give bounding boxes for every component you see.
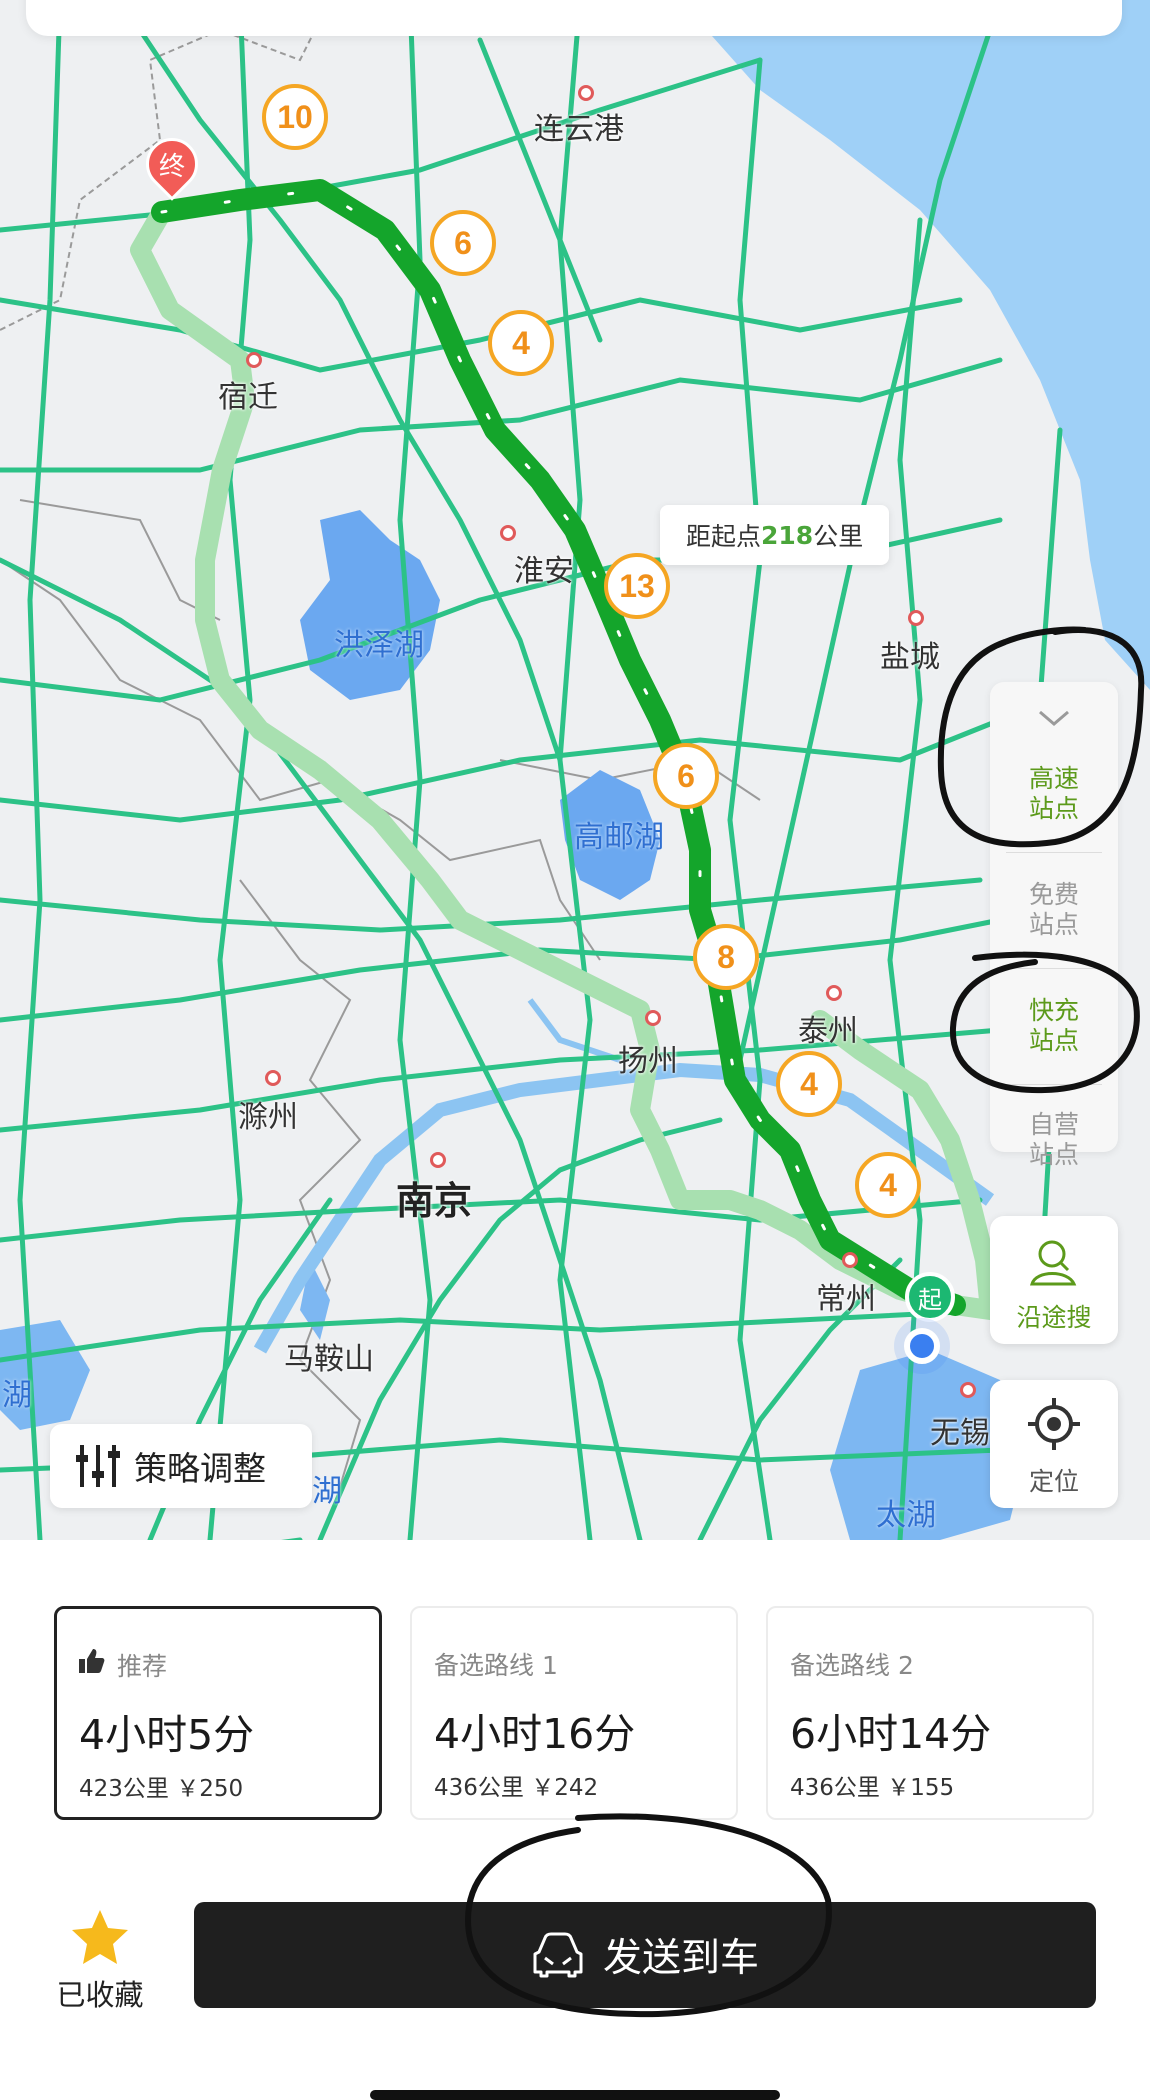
city-dot	[430, 1152, 446, 1168]
along-route-search-label: 沿途搜	[1016, 1303, 1092, 1332]
distance-tip: 距起点 218 公里	[660, 505, 890, 565]
lake-label-west: 湖	[2, 1378, 32, 1413]
filter-label: 免费 站点	[1028, 880, 1079, 939]
route-options: 推荐 4小时5分 423公里 ￥250 备选路线 1 4小时16分 436公里 …	[54, 1606, 1098, 1820]
city-label-changzhou: 常州	[816, 1282, 876, 1317]
strategy-adjust-label: 策略调整	[134, 1449, 266, 1488]
route-tag: 推荐	[117, 1652, 168, 1681]
distance-prefix: 距起点	[686, 522, 762, 551]
city-label-wuxi: 无锡	[930, 1416, 990, 1451]
city-label-maanshan: 马鞍山	[284, 1342, 374, 1377]
route-card-recommended[interactable]: 推荐 4小时5分 423公里 ￥250	[54, 1606, 382, 1820]
divider	[1006, 1084, 1102, 1085]
charging-marker[interactable]: 4	[855, 1152, 921, 1218]
route-card-alt-2[interactable]: 备选路线 2 6小时14分 436公里 ￥155	[766, 1606, 1094, 1820]
station-filter-panel: 高速 站点 免费 站点 快充 站点 自营 站点	[990, 682, 1118, 1169]
locate-label: 定位	[1028, 1467, 1079, 1496]
start-badge[interactable]: 起	[905, 1272, 955, 1322]
city-dot	[645, 1010, 661, 1026]
distance-value: 218	[761, 520, 814, 550]
city-label-nanjing: 南京	[396, 1179, 473, 1223]
thumbs-up-icon	[79, 1649, 105, 1673]
city-label-chuzhou: 滁州	[238, 1100, 298, 1135]
city-dot	[842, 1252, 858, 1268]
current-location-dot	[904, 1328, 940, 1364]
charging-marker[interactable]: 6	[653, 743, 719, 809]
charging-marker[interactable]: 8	[693, 924, 759, 990]
distance-suffix: 公里	[813, 522, 864, 551]
divider	[1006, 852, 1102, 853]
route-tag: 备选路线 2	[790, 1651, 914, 1680]
route-time: 6小时14分	[790, 1710, 992, 1758]
filter-highway-stations[interactable]: 高速 站点	[990, 764, 1118, 824]
route-tag: 备选路线 1	[434, 1651, 558, 1680]
search-card[interactable]	[26, 0, 1122, 36]
divider	[1006, 968, 1102, 969]
filter-label: 自营 站点	[1028, 1110, 1079, 1169]
lake-label-taihu: 太湖	[876, 1498, 936, 1533]
lake-label-south: 湖	[312, 1474, 342, 1509]
send-to-car-label: 发送到车	[602, 1936, 759, 1981]
route-time: 4小时16分	[434, 1710, 636, 1758]
city-dot	[578, 85, 594, 101]
city-dot	[960, 1382, 976, 1398]
city-dot	[826, 985, 842, 1001]
filter-self-operated-stations[interactable]: 自营 站点	[990, 1110, 1118, 1170]
city-label-suqian: 宿迁	[218, 380, 278, 415]
charging-marker[interactable]: 4	[776, 1051, 842, 1117]
route-meta: 436公里 ￥155	[790, 1775, 955, 1801]
star-icon	[72, 1910, 128, 1964]
map-view[interactable]: 连云港 宿迁 淮安 盐城 泰州 扬州 滁州 南京 常州 马鞍山 无锡 洪泽湖 高…	[0, 0, 1150, 1540]
city-label-yangzhou: 扬州	[618, 1044, 678, 1079]
city-label-lianyungang: 连云港	[534, 112, 624, 147]
sliders-icon	[76, 1445, 120, 1487]
locate-button[interactable]: 定位	[990, 1380, 1118, 1508]
crosshair-icon	[1028, 1398, 1080, 1450]
filter-label: 快充 站点	[1028, 996, 1079, 1055]
charging-marker[interactable]: 4	[488, 310, 554, 376]
charging-marker[interactable]: 13	[604, 553, 670, 619]
lake-label-hongze: 洪泽湖	[334, 628, 424, 663]
send-to-car-button[interactable]: 发送到车	[194, 1902, 1096, 2008]
route-card-alt-1[interactable]: 备选路线 1 4小时16分 436公里 ￥242	[410, 1606, 738, 1820]
city-label-yancheng: 盐城	[880, 640, 940, 675]
route-meta: 436公里 ￥242	[434, 1775, 599, 1801]
route-meta: 423公里 ￥250	[79, 1776, 244, 1802]
chevron-down-icon[interactable]	[1034, 704, 1074, 732]
map-base	[0, 0, 1150, 1540]
person-search-icon	[1030, 1240, 1077, 1286]
strategy-adjust-button[interactable]: 策略调整	[50, 1424, 312, 1508]
charging-marker[interactable]: 10	[262, 84, 328, 150]
filter-fast-charge-stations[interactable]: 快充 站点	[990, 996, 1118, 1056]
home-indicator	[370, 2090, 780, 2100]
along-route-search-button[interactable]: 沿途搜	[990, 1216, 1118, 1344]
city-dot	[500, 525, 516, 541]
filter-label: 高速 站点	[1028, 764, 1079, 823]
city-dot	[908, 610, 924, 626]
city-label-taizhou: 泰州	[798, 1014, 858, 1049]
city-label-huaian: 淮安	[514, 554, 574, 589]
filter-free-stations[interactable]: 免费 站点	[990, 880, 1118, 940]
favorite-label: 已收藏	[56, 1978, 144, 2012]
favorite-button[interactable]: 已收藏	[40, 1900, 160, 2020]
city-dot	[265, 1070, 281, 1086]
charging-marker[interactable]: 6	[430, 210, 496, 276]
lake-label-gaoyou: 高邮湖	[574, 820, 664, 855]
end-pin-label: 终	[158, 151, 185, 182]
car-icon	[533, 1932, 583, 1978]
route-time: 4小时5分	[79, 1711, 255, 1759]
city-dot	[246, 352, 262, 368]
